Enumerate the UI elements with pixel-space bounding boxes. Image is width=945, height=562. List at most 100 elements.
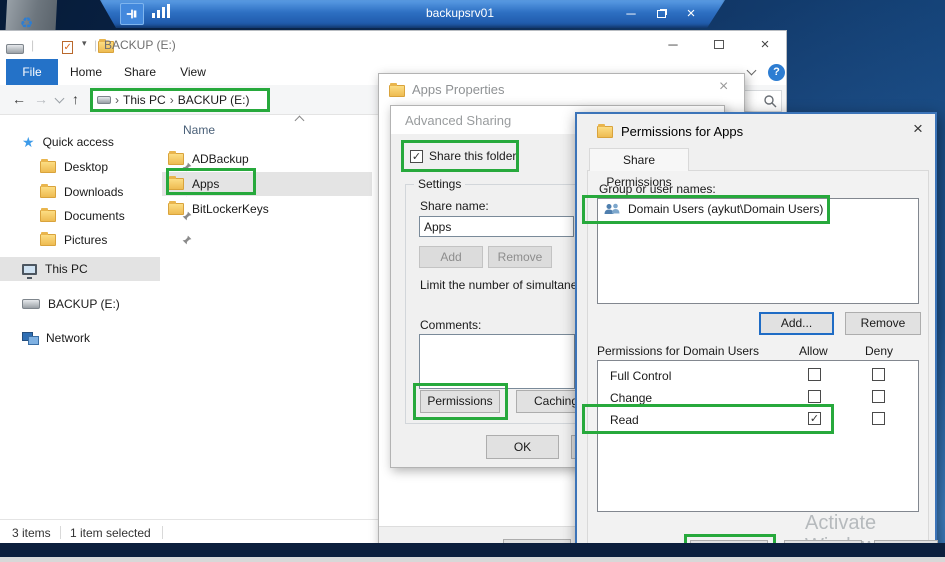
drive-icon bbox=[6, 44, 24, 54]
full-control-deny-checkbox[interactable] bbox=[872, 368, 885, 381]
permission-change: Change bbox=[610, 391, 653, 405]
sidebar-item-pictures[interactable]: Pictures bbox=[40, 229, 192, 251]
settings-label: Settings bbox=[414, 177, 466, 191]
history-dropdown-icon[interactable] bbox=[54, 93, 65, 104]
up-icon[interactable]: ↑ bbox=[72, 91, 79, 107]
comments-label: Comments: bbox=[420, 318, 482, 332]
dialog-title: Apps Properties bbox=[412, 82, 505, 97]
file-row-adbackup[interactable]: ADBackup bbox=[162, 147, 372, 171]
rdp-title: backupsrv01 bbox=[425, 6, 495, 20]
ok-button[interactable]: OK bbox=[486, 435, 559, 459]
file-row-apps[interactable]: Apps bbox=[162, 172, 372, 196]
status-items-count: 3 items bbox=[12, 526, 51, 540]
help-icon[interactable]: ? bbox=[768, 64, 785, 81]
add-button[interactable]: Add... bbox=[759, 312, 834, 335]
ribbon-tab-file[interactable]: File bbox=[6, 59, 58, 85]
permissions-dialog: Permissions for Apps × Share Permissions… bbox=[575, 112, 938, 562]
explorer-minimize-button[interactable]: ─ bbox=[652, 33, 694, 57]
window-title: BACKUP (E:) bbox=[104, 38, 176, 52]
rdp-minimize-button[interactable]: ─ bbox=[618, 3, 644, 25]
rdp-pin-button[interactable] bbox=[120, 3, 144, 25]
file-name: Apps bbox=[192, 177, 220, 191]
group-names-list[interactable]: Domain Users (aykut\Domain Users) bbox=[597, 198, 919, 304]
explorer-maximize-button[interactable] bbox=[698, 33, 740, 57]
rdp-connection-bar: backupsrv01 ─ × bbox=[100, 0, 725, 28]
tab-share-permissions[interactable]: Share Permissions bbox=[589, 148, 689, 189]
sidebar-item-documents[interactable]: Documents bbox=[40, 205, 192, 227]
permissions-list[interactable]: Full Control Change Read bbox=[597, 360, 919, 512]
file-name: ADBackup bbox=[192, 152, 249, 166]
sidebar-item-quick-access[interactable]: ★ Quick access bbox=[22, 131, 114, 153]
explorer-close-button[interactable]: × bbox=[744, 33, 786, 57]
separator bbox=[162, 526, 163, 539]
drive-icon bbox=[22, 299, 40, 309]
ribbon-collapse-icon[interactable] bbox=[746, 65, 757, 76]
sidebar-item-this-pc[interactable]: This PC bbox=[22, 258, 88, 280]
remove-button[interactable]: Remove bbox=[845, 312, 921, 335]
sidebar-item-desktop[interactable]: Desktop bbox=[40, 156, 192, 178]
explorer-titlebar: | ✓ ▾ | BACKUP (E:) ─ × bbox=[0, 31, 786, 59]
desktop-folder-icon bbox=[40, 159, 56, 173]
breadcrumb-chevron: › bbox=[169, 93, 174, 107]
change-deny-checkbox[interactable] bbox=[872, 390, 885, 403]
sidebar-label: Documents bbox=[64, 209, 125, 223]
rdp-restore-button[interactable] bbox=[648, 3, 674, 25]
sort-ascending-icon[interactable] bbox=[294, 115, 305, 126]
back-icon[interactable]: ← bbox=[12, 91, 26, 107]
folder-icon bbox=[597, 124, 613, 138]
share-this-folder-label: Share this folder bbox=[429, 149, 517, 163]
folder-icon bbox=[168, 201, 184, 215]
breadcrumb-backup-drive[interactable]: BACKUP (E:) bbox=[178, 93, 250, 107]
rdp-close-button[interactable]: × bbox=[678, 3, 704, 25]
share-this-folder-checkbox[interactable] bbox=[410, 150, 423, 163]
share-name-label: Share name: bbox=[420, 199, 489, 213]
breadcrumb[interactable]: › This PC › BACKUP (E:) bbox=[90, 88, 270, 112]
list-item-domain-users[interactable]: Domain Users (aykut\Domain Users) bbox=[598, 199, 918, 216]
properties-check-icon[interactable]: ✓ bbox=[62, 41, 73, 54]
dialog-title: Advanced Sharing bbox=[405, 113, 512, 128]
permission-full-control: Full Control bbox=[610, 369, 672, 383]
sidebar-label: This PC bbox=[45, 262, 88, 276]
separator: | bbox=[31, 38, 35, 52]
sidebar-item-network[interactable]: Network bbox=[22, 327, 90, 349]
sidebar-label: BACKUP (E:) bbox=[48, 297, 120, 311]
screen: ♻ backupsrv01 ─ × | ✓ ▾ | BACKUP (E:) ─ bbox=[0, 0, 945, 562]
folder-icon bbox=[168, 151, 184, 165]
breadcrumb-this-pc[interactable]: This PC bbox=[123, 93, 166, 107]
pictures-folder-icon bbox=[40, 232, 56, 246]
column-header-name[interactable]: Name bbox=[183, 123, 215, 137]
separator bbox=[60, 526, 61, 539]
file-row-bitlockerkeys[interactable]: BitLockerKeys bbox=[162, 197, 372, 221]
full-control-allow-checkbox[interactable] bbox=[808, 368, 821, 381]
remote-taskbar bbox=[0, 543, 945, 557]
drive-icon bbox=[97, 96, 111, 104]
permissions-button[interactable]: Permissions bbox=[420, 390, 500, 413]
sidebar-item-backup-drive[interactable]: BACKUP (E:) bbox=[22, 293, 120, 315]
forward-icon[interactable]: → bbox=[34, 91, 48, 107]
permission-read: Read bbox=[610, 413, 639, 427]
close-icon[interactable]: × bbox=[719, 78, 728, 96]
computer-icon bbox=[22, 263, 37, 279]
allow-column-label: Allow bbox=[799, 344, 828, 358]
dialog-title: Permissions for Apps bbox=[621, 124, 744, 139]
ribbon-tab-view[interactable]: View bbox=[170, 59, 216, 85]
status-selected-count: 1 item selected bbox=[70, 526, 151, 540]
deny-column-label: Deny bbox=[865, 344, 894, 358]
limit-label: Limit the number of simultaneous bbox=[420, 278, 597, 292]
sidebar-item-downloads[interactable]: Downloads bbox=[40, 181, 192, 203]
read-allow-checkbox[interactable] bbox=[808, 412, 821, 425]
documents-folder-icon bbox=[40, 208, 56, 222]
ribbon-tab-share[interactable]: Share bbox=[116, 59, 164, 85]
change-allow-checkbox[interactable] bbox=[808, 390, 821, 403]
group-entry: Domain Users (aykut\Domain Users) bbox=[628, 202, 824, 216]
separator: | bbox=[94, 38, 98, 52]
comments-textarea[interactable] bbox=[419, 334, 575, 389]
read-deny-checkbox[interactable] bbox=[872, 412, 885, 425]
close-icon[interactable]: × bbox=[913, 119, 923, 139]
ribbon-tab-home[interactable]: Home bbox=[62, 59, 110, 85]
share-name-input[interactable] bbox=[419, 216, 574, 237]
add-button[interactable]: Add bbox=[419, 246, 483, 268]
remove-button[interactable]: Remove bbox=[488, 246, 552, 268]
qat-dropdown-icon[interactable]: ▾ bbox=[82, 38, 87, 49]
folder-icon bbox=[168, 176, 184, 190]
